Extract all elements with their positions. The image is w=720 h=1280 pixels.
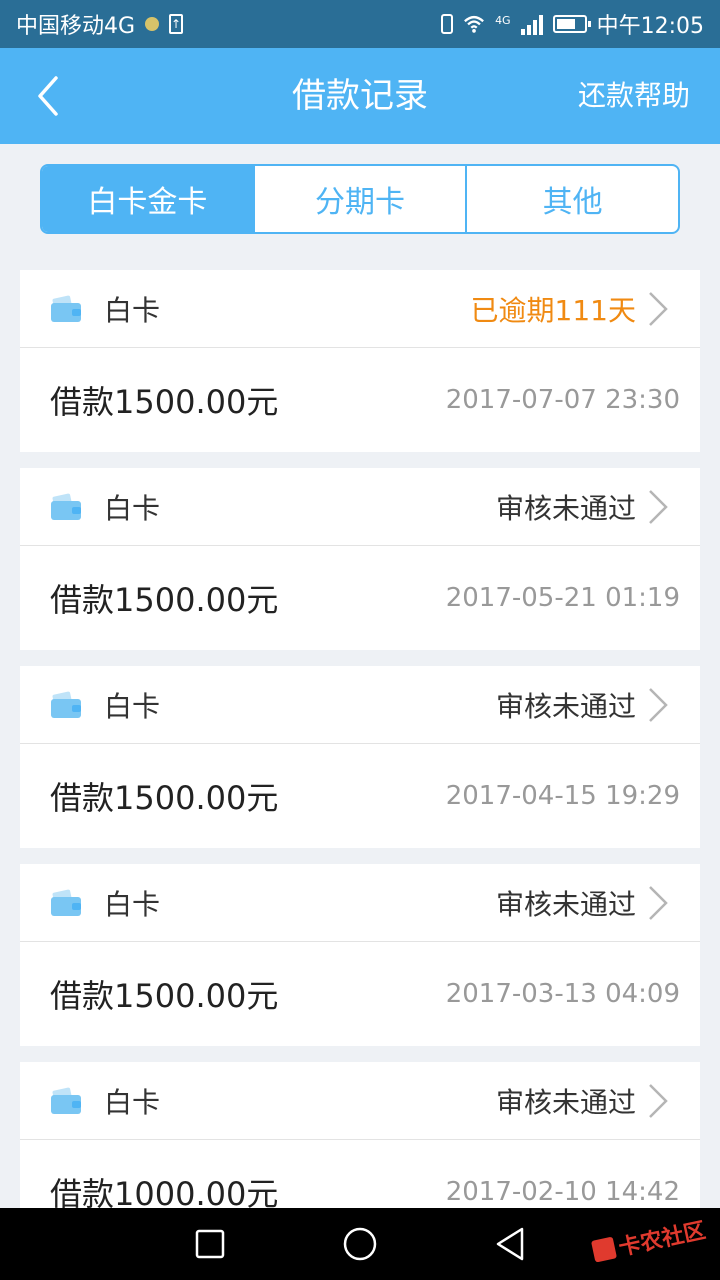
clock: 中午12:05 (596, 14, 704, 39)
upload-icon: ↑ (169, 14, 184, 34)
repayment-help-link[interactable]: 还款帮助 (578, 48, 690, 144)
home-icon (343, 1227, 377, 1261)
signal-icon (520, 13, 543, 35)
loan-amount: 借款1500.00元 (50, 383, 279, 421)
notification-dot-icon (145, 17, 160, 31)
wallet-icon (51, 889, 81, 916)
watermark-logo-icon (590, 1236, 618, 1263)
loan-record-header: 白卡 审核未通过 (20, 864, 700, 942)
loan-amount: 借款1500.00元 (50, 977, 279, 1015)
loan-time: 2017-04-15 19:29 (445, 781, 680, 811)
loan-record-header: 白卡 已逾期111天 (20, 270, 700, 348)
loan-record-card[interactable]: 白卡 已逾期111天 借款1500.00元 2017-07-07 23:30 (20, 270, 700, 452)
chevron-right-icon (649, 885, 668, 920)
loan-record-body: 借款1500.00元 2017-05-21 01:19 (20, 546, 700, 650)
loan-time: 2017-05-21 01:19 (445, 583, 680, 613)
recent-apps-icon (195, 1229, 225, 1259)
card-type-label: 白卡 (104, 1085, 161, 1119)
loan-time: 2017-07-07 23:30 (445, 385, 680, 415)
status-bar-left: 中国移动4G ↑ (16, 8, 184, 40)
loan-record-card[interactable]: 白卡 审核未通过 借款1500.00元 2017-04-15 19:29 (20, 666, 700, 848)
loan-status: 审核未通过 (495, 887, 636, 921)
app-header: 借款记录 还款帮助 (0, 48, 720, 144)
chevron-right-icon (649, 687, 668, 722)
chevron-right-icon (649, 291, 668, 326)
loan-record-card[interactable]: 白卡 审核未通过 借款1500.00元 2017-05-21 01:19 (20, 468, 700, 650)
loan-status: 已逾期111天 (470, 293, 636, 327)
status-bar: 中国移动4G ↑ 4G 中午12:05 (0, 0, 720, 48)
loan-record-body: 借款1500.00元 2017-04-15 19:29 (20, 744, 700, 848)
home-button[interactable] (340, 1224, 380, 1264)
wallet-icon (51, 493, 81, 520)
card-type-label: 白卡 (104, 491, 161, 525)
loan-record-list: 白卡 已逾期111天 借款1500.00元 2017-07-07 23:30 白… (20, 270, 700, 1260)
loan-status: 审核未通过 (495, 1085, 636, 1119)
chevron-right-icon (649, 1083, 668, 1118)
card-type-label: 白卡 (104, 689, 161, 723)
loan-amount: 借款1500.00元 (50, 779, 279, 817)
status-bar-right: 4G 中午12:05 (441, 8, 704, 40)
tab-white-gold-card[interactable]: 白卡金卡 (42, 166, 253, 232)
loan-amount: 借款1500.00元 (50, 581, 279, 619)
loan-record-body: 借款1500.00元 2017-07-07 23:30 (20, 348, 700, 452)
loan-record-header: 白卡 审核未通过 (20, 666, 700, 744)
wallet-icon (51, 295, 81, 322)
wifi-icon (464, 15, 484, 33)
loan-record-card[interactable]: 白卡 审核未通过 借款1500.00元 2017-03-13 04:09 (20, 864, 700, 1046)
card-type-tabs: 白卡金卡 分期卡 其他 (40, 164, 680, 234)
loan-status: 审核未通过 (495, 491, 636, 525)
network-type-label: 4G (495, 14, 511, 27)
card-type-label: 白卡 (104, 293, 161, 327)
card-type-label: 白卡 (104, 887, 161, 921)
vibrate-icon (441, 14, 454, 34)
battery-icon (552, 15, 591, 33)
loan-record-header: 白卡 审核未通过 (20, 1062, 700, 1140)
loan-record-header: 白卡 审核未通过 (20, 468, 700, 546)
loan-time: 2017-02-10 14:42 (445, 1177, 680, 1207)
wallet-icon (51, 1087, 81, 1114)
tab-installment-card[interactable]: 分期卡 (252, 166, 466, 232)
carrier-label: 中国移动4G (16, 14, 136, 39)
loan-record-body: 借款1500.00元 2017-03-13 04:09 (20, 942, 700, 1046)
chevron-right-icon (649, 489, 668, 524)
system-back-button[interactable] (490, 1224, 530, 1264)
loan-status: 审核未通过 (495, 689, 636, 723)
back-icon (496, 1227, 524, 1261)
battery-level (556, 19, 575, 29)
tab-other[interactable]: 其他 (465, 166, 678, 232)
loan-time: 2017-03-13 04:09 (445, 979, 680, 1009)
recent-apps-button[interactable] (190, 1224, 230, 1264)
wallet-icon (51, 691, 81, 718)
